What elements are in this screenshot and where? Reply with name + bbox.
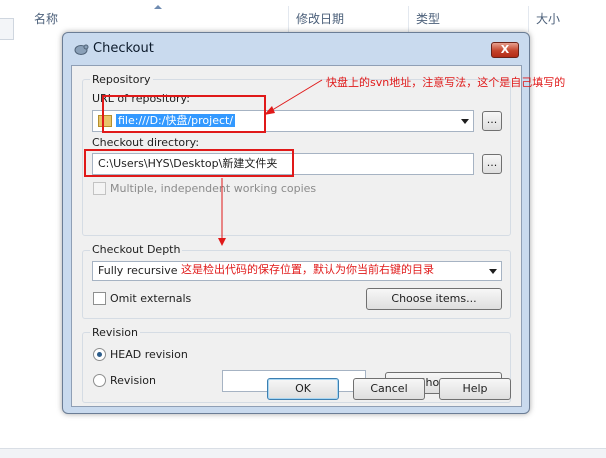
url-arrow-line	[268, 79, 323, 113]
url-arrow-head	[264, 106, 275, 115]
annotation-arrows	[218, 79, 323, 246]
dir-arrow-head	[218, 238, 226, 246]
